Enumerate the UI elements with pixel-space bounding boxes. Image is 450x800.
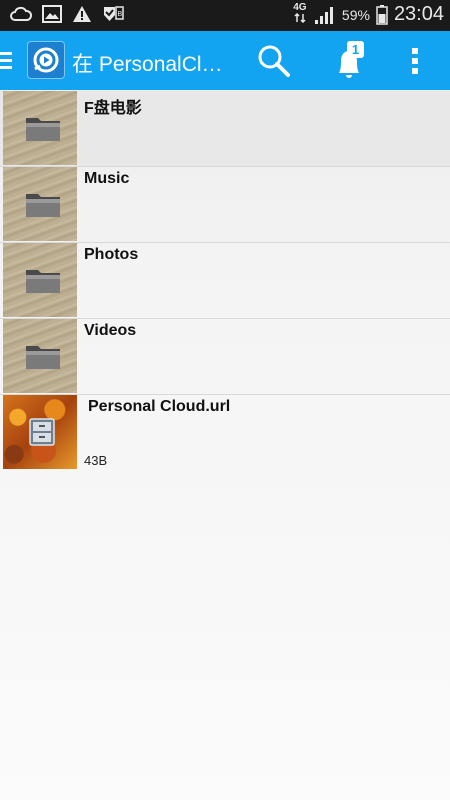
svg-text:B: B bbox=[118, 11, 123, 18]
app-logo[interactable] bbox=[27, 41, 65, 79]
item-name: Personal Cloud.url bbox=[88, 398, 231, 415]
battery-icon bbox=[376, 4, 388, 25]
file-thumbnail bbox=[3, 395, 77, 469]
list-item[interactable]: Videos bbox=[0, 319, 450, 395]
status-bar: B 4G 59% 23:04 bbox=[0, 0, 450, 31]
search-icon[interactable] bbox=[255, 42, 293, 80]
item-name: Photos bbox=[84, 246, 139, 263]
battery-percent: 59% bbox=[341, 6, 370, 23]
item-name: Videos bbox=[84, 322, 137, 339]
overflow-menu-icon[interactable] bbox=[405, 45, 425, 77]
status-right-icons: 4G 59% 23:04 bbox=[292, 3, 444, 26]
folder-thumbnail bbox=[3, 319, 77, 393]
network-type: 4G bbox=[292, 3, 308, 26]
action-bar: 在 PersonalCl… 1 bbox=[0, 31, 450, 90]
clock: 23:04 bbox=[393, 3, 444, 25]
warning-icon bbox=[73, 6, 91, 22]
list-item[interactable]: F盘电影 bbox=[0, 91, 450, 167]
signal-icon bbox=[314, 6, 333, 24]
page-title: 在 PersonalCl… bbox=[72, 53, 223, 76]
image-icon bbox=[42, 5, 62, 23]
list-item[interactable]: Music bbox=[0, 167, 450, 243]
drawer-menu-icon[interactable] bbox=[0, 50, 12, 70]
item-size: 43B bbox=[84, 453, 108, 468]
folder-icon bbox=[26, 346, 60, 369]
play-cloud-icon bbox=[33, 47, 59, 73]
folder-thumbnail bbox=[3, 167, 77, 241]
item-name: Music bbox=[84, 170, 130, 187]
status-left-icons: B bbox=[10, 5, 124, 23]
cloud-icon bbox=[10, 6, 32, 21]
folder-thumbnail bbox=[3, 243, 77, 317]
folder-icon bbox=[26, 270, 60, 293]
network-label: 4G bbox=[293, 2, 307, 13]
file-list: F盘电影 Music Photos Videos Personal Cloud.… bbox=[0, 91, 450, 471]
folder-icon bbox=[26, 194, 60, 217]
folder-thumbnail bbox=[3, 91, 77, 165]
list-item[interactable]: Personal Cloud.url 43B bbox=[0, 395, 450, 471]
notification-badge: 1 bbox=[347, 41, 364, 58]
list-item[interactable]: Photos bbox=[0, 243, 450, 319]
data-transfer-icon bbox=[294, 12, 306, 24]
file-cabinet-icon bbox=[29, 418, 55, 446]
security-check-icon: B bbox=[104, 6, 124, 21]
item-name: F盘电影 bbox=[84, 100, 142, 117]
folder-icon bbox=[26, 118, 60, 141]
notifications-button[interactable]: 1 bbox=[327, 39, 371, 83]
